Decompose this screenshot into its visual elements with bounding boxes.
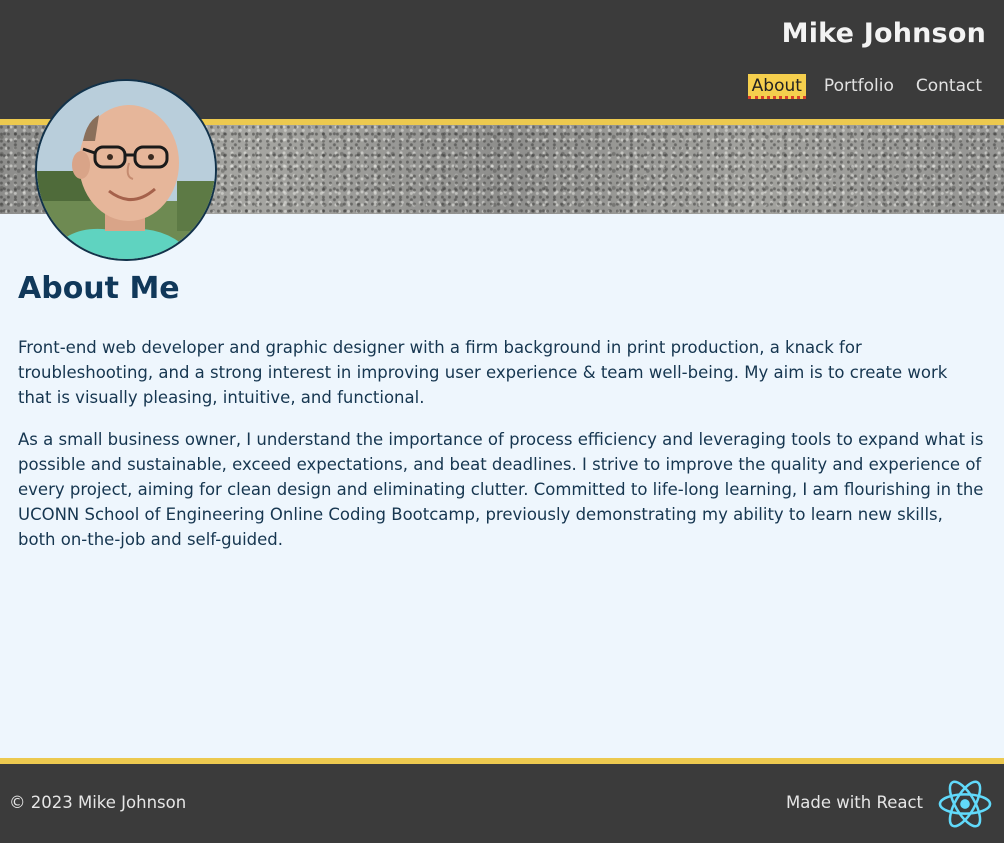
copyright-text: © 2023 Mike Johnson [9, 793, 187, 812]
page-title: About Me [18, 271, 180, 306]
nav-link-contact[interactable]: Contact [912, 74, 986, 99]
about-paragraph-1: Front-end web developer and graphic desi… [18, 338, 948, 407]
nav-link-about[interactable]: About [747, 74, 806, 99]
site-title[interactable]: Mike Johnson [782, 18, 986, 49]
avatar [35, 79, 217, 261]
nav-link-portfolio[interactable]: Portfolio [820, 74, 898, 99]
made-with-text: Made with React [786, 793, 923, 812]
main-nav: About Portfolio Contact [734, 74, 986, 99]
main-content: About Me Front-end web developer and gra… [18, 268, 984, 552]
about-paragraph-2: As a small business owner, I understand … [18, 430, 984, 549]
site-footer: © 2023 Mike Johnson Made with React [0, 764, 1004, 843]
react-logo-icon [938, 780, 992, 828]
profile-photo [37, 81, 215, 259]
